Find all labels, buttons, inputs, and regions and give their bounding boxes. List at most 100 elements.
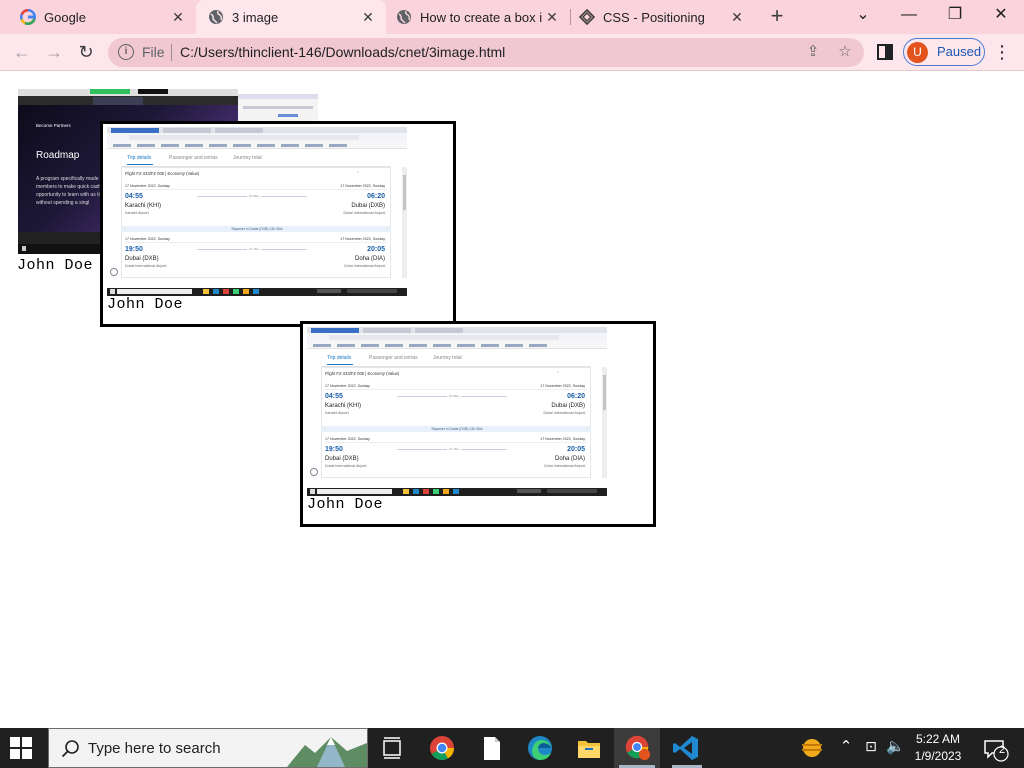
chrome-icon[interactable] — [426, 732, 458, 764]
close-tab-icon[interactable]: ✕ — [360, 9, 376, 25]
departure-city: Karachi (KHI) — [125, 203, 162, 209]
weather-sun-icon[interactable] — [796, 732, 828, 764]
forward-arrow-icon[interactable]: → — [42, 40, 66, 64]
arrival-city: Doha (DIA) — [554, 456, 585, 462]
flight-tab: Journey total — [233, 155, 262, 161]
network-icon[interactable]: ⊡ — [862, 738, 880, 755]
segment-duration: 1h 15m — [447, 447, 462, 451]
segment-date: 17 November 2022, Sunday — [325, 437, 370, 441]
restore-icon[interactable]: ❐ — [932, 0, 978, 30]
departure-airport: Karachi Airport — [325, 411, 349, 415]
new-tab-icon[interactable]: + — [765, 5, 789, 29]
segment-duration: 1h 25m — [447, 394, 462, 398]
volume-icon[interactable]: 🔈 — [886, 737, 905, 755]
globe-icon — [397, 10, 411, 24]
tab-strip: Google ✕ 3 image ✕ How to create a box i… — [0, 0, 1024, 34]
close-window-icon[interactable]: ✕ — [978, 0, 1024, 30]
windows-start-icon[interactable] — [10, 737, 32, 759]
tab-search-chevron-icon[interactable]: ⌄ — [840, 0, 886, 30]
departure-time: 04:55 — [125, 193, 143, 200]
departure-city: Karachi (KHI) — [325, 403, 362, 409]
chevron-up-icon[interactable]: ⌃ — [838, 737, 854, 755]
close-tab-icon[interactable]: ✕ — [170, 9, 186, 25]
segment-date: 17 November 2022, Sunday — [540, 437, 585, 441]
segment-date: 17 November 2022, Sunday — [325, 384, 370, 388]
segment-date: 17 November 2022, Sunday — [340, 237, 385, 241]
arrival-airport: Doha International Airport — [344, 264, 385, 268]
stopover-label: Stopover in Dubai (DXB) 13h 30m — [231, 227, 283, 231]
google-icon — [20, 9, 36, 25]
segment-date: 17 November 2022, Sunday — [340, 184, 385, 188]
close-tab-icon[interactable]: ✕ — [729, 9, 745, 25]
flight-tab: Journey total — [433, 355, 462, 361]
segment-date: 17 November 2022, Sunday — [540, 384, 585, 388]
tab-title: How to create a box in — [420, 9, 542, 25]
globe-icon — [209, 10, 223, 24]
taskbar-search-placeholder: Type here to search — [88, 740, 221, 757]
chrome-icon — [625, 735, 651, 761]
arrival-time: 06:20 — [567, 393, 585, 400]
task-view-icon[interactable] — [376, 732, 408, 764]
departure-airport: Karachi Airport — [125, 211, 149, 215]
back-arrow-icon[interactable]: ← — [10, 40, 34, 64]
edge-icon[interactable] — [524, 732, 556, 764]
file-explorer-icon[interactable] — [573, 732, 605, 764]
share-icon[interactable]: ⇪ — [804, 43, 822, 61]
avatar: U — [907, 41, 928, 63]
omnibox-separator — [171, 44, 172, 61]
reload-icon[interactable]: ↻ — [74, 40, 98, 64]
side-panel-icon[interactable] — [877, 44, 893, 60]
minimize-icon[interactable]: — — [886, 0, 932, 30]
arrival-airport: Doha International Airport — [544, 464, 585, 468]
clock-time[interactable]: 5:22 AM — [908, 732, 968, 746]
flight-tab: Passenger and extras — [169, 155, 218, 161]
arrival-airport: Dubai International Airport — [543, 411, 585, 415]
menu-kebab-icon[interactable]: ⋮ — [993, 42, 1011, 62]
arrival-city: Doha (DIA) — [354, 256, 385, 262]
url-text[interactable]: C:/Users/thinclient-146/Downloads/cnet/3… — [180, 44, 505, 60]
segment-date: 17 November 2022, Sunday — [125, 184, 170, 188]
flight-tab: Passenger and extras — [369, 355, 418, 361]
page-content: Become Partners Roadmap A program specif… — [0, 72, 1024, 728]
segment-date: 17 November 2022, Sunday — [125, 237, 170, 241]
segment-duration: 1h 15m — [247, 247, 262, 251]
taskbar-search-box[interactable]: Type here to search — [48, 728, 368, 768]
segment-duration: 1h 25m — [247, 194, 262, 198]
tab-title: CSS - Positioning — [603, 9, 705, 25]
close-tab-icon[interactable]: ✕ — [544, 9, 560, 25]
tab-title: 3 image — [232, 9, 279, 25]
address-bar[interactable]: i File C:/Users/thinclient-146/Downloads… — [108, 38, 864, 67]
scheme-label: File — [142, 44, 165, 60]
bookmark-star-icon[interactable]: ☆ — [836, 43, 854, 61]
profile-button[interactable]: U Paused — [903, 38, 985, 66]
figure-1-caption: John Doe — [17, 257, 94, 274]
tab-how-to-create-box[interactable]: How to create a box in ✕ — [386, 0, 570, 34]
arrival-city: Dubai (DXB) — [351, 203, 385, 209]
search-icon — [61, 740, 79, 758]
browser-toolbar: ← → ↻ i File C:/Users/thinclient-146/Dow… — [0, 34, 1024, 71]
departure-time: 19:50 — [325, 446, 343, 453]
clock-date[interactable]: 1/9/2023 — [908, 749, 968, 763]
notepad-file-icon[interactable] — [475, 732, 507, 764]
tab-google[interactable]: Google ✕ — [0, 0, 196, 34]
departure-time: 19:50 — [125, 246, 143, 253]
tab-css-positioning[interactable]: CSS - Positioning ✕ — [571, 0, 755, 34]
figure-2-image: Trip details Passenger and extras Journey … — [107, 127, 407, 296]
figure-3-image: Trip details Passenger and extras Journey … — [307, 327, 607, 496]
tab-3-image[interactable]: 3 image ✕ — [196, 0, 386, 34]
tutorialspoint-icon — [579, 9, 595, 25]
figure-2-caption: John Doe — [107, 296, 184, 313]
tab-title: Google — [44, 9, 86, 25]
arrival-time: 06:20 — [367, 193, 385, 200]
figure-1-background-strip — [238, 94, 318, 124]
chrome-profile-taskbar-button[interactable] — [614, 728, 660, 768]
flight-tab: Trip details — [327, 355, 352, 361]
vscode-icon[interactable] — [670, 732, 702, 764]
profile-status: Paused — [937, 44, 982, 59]
roadmap-heading: Roadmap — [36, 150, 80, 161]
arrival-time: 20:05 — [567, 446, 585, 453]
info-icon[interactable]: i — [118, 44, 134, 60]
departure-time: 04:55 — [325, 393, 343, 400]
windows-taskbar: Type here to search ⌃ ⊡ 🔈 5:22 AM 1/9/20… — [0, 728, 1024, 768]
departure-city: Dubai (DXB) — [325, 456, 359, 462]
